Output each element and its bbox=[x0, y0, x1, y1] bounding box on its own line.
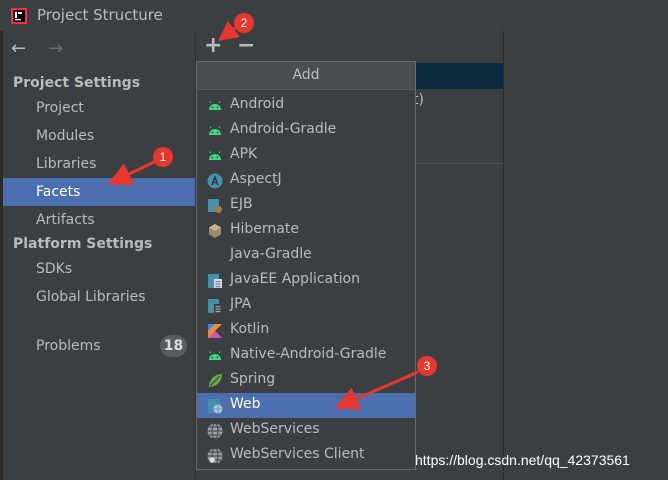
sidebar-item-label: Facets bbox=[36, 184, 81, 200]
annotation-marker-1: 1 bbox=[153, 147, 173, 167]
add-button[interactable]: + bbox=[204, 33, 222, 58]
sidebar-item-label: Libraries bbox=[36, 156, 97, 172]
popup-item-label: Web bbox=[230, 396, 261, 412]
android-icon bbox=[209, 126, 221, 135]
javaee-icon bbox=[208, 274, 222, 288]
popup-item-label: WebServices bbox=[230, 421, 320, 437]
popup-item-label: EJB bbox=[230, 196, 253, 212]
popup-item-label: Android-Gradle bbox=[230, 121, 337, 137]
platform-settings-heading: Platform Settings bbox=[13, 236, 153, 252]
details-pane bbox=[504, 31, 668, 480]
popup-item-label: Kotlin bbox=[230, 321, 270, 337]
watermark-text: https://blog.csdn.net/qq_42373561 bbox=[415, 452, 630, 468]
popup-item-android[interactable]: Android bbox=[197, 93, 415, 118]
title-bar: Project Structure bbox=[0, 0, 668, 31]
sidebar-item-global-libraries[interactable]: Global Libraries bbox=[3, 283, 195, 311]
ejb-icon bbox=[208, 199, 222, 213]
popup-item-android-gradle[interactable]: Android-Gradle bbox=[197, 118, 415, 143]
problems-count-badge: 18 bbox=[160, 335, 187, 357]
popup-item-jpa[interactable]: JPA bbox=[197, 293, 415, 318]
popup-item-label: Hibernate bbox=[230, 221, 299, 237]
webservices-client-icon bbox=[207, 448, 223, 464]
sidebar-item-label: Modules bbox=[36, 128, 95, 144]
popup-item-webservices-client[interactable]: WebServices Client bbox=[197, 443, 415, 468]
popup-item-apk[interactable]: APK bbox=[197, 143, 415, 168]
popup-item-label: Spring bbox=[230, 371, 276, 387]
sidebar-item-label: Artifacts bbox=[36, 212, 95, 228]
window-title: Project Structure bbox=[37, 6, 163, 24]
forward-arrow-icon[interactable]: → bbox=[48, 38, 63, 59]
sidebar-item-modules[interactable]: Modules bbox=[3, 122, 195, 150]
add-facet-popup: Add Android Android-Gradle APK AspectJ E… bbox=[196, 61, 416, 470]
popup-item-label: AspectJ bbox=[230, 171, 282, 187]
android-icon bbox=[209, 151, 221, 160]
popup-item-label: WebServices Client bbox=[230, 446, 365, 462]
spring-icon bbox=[209, 374, 222, 387]
popup-item-label: APK bbox=[230, 146, 258, 162]
popup-item-label: Java-Gradle bbox=[230, 246, 312, 262]
annotation-marker-3: 3 bbox=[417, 356, 437, 376]
popup-item-ejb[interactable]: EJB bbox=[197, 193, 415, 218]
remove-button[interactable]: − bbox=[237, 33, 255, 58]
popup-item-spring[interactable]: Spring bbox=[197, 368, 415, 393]
selected-tree-row[interactable] bbox=[413, 63, 503, 89]
popup-item-aspectj[interactable]: AspectJ bbox=[197, 168, 415, 193]
popup-item-label: Native-Android-Gradle bbox=[230, 346, 387, 362]
popup-item-native-android-gradle[interactable]: Native-Android-Gradle bbox=[197, 343, 415, 368]
popup-item-kotlin[interactable]: Kotlin bbox=[197, 318, 415, 343]
webservices-icon bbox=[207, 423, 223, 439]
sidebar-item-label: Problems bbox=[36, 338, 101, 354]
android-icon bbox=[209, 101, 221, 110]
popup-item-javaee-application[interactable]: JavaEE Application bbox=[197, 268, 415, 293]
project-settings-heading: Project Settings bbox=[13, 75, 141, 91]
web-icon bbox=[208, 399, 223, 414]
popup-item-java-gradle[interactable]: Java-Gradle bbox=[197, 243, 415, 268]
sidebar-item-label: Global Libraries bbox=[36, 289, 146, 305]
popup-item-label: Android bbox=[230, 96, 285, 112]
sidebar-item-project[interactable]: Project bbox=[3, 94, 195, 122]
pane-separator bbox=[413, 163, 503, 164]
popup-item-hibernate[interactable]: Hibernate bbox=[197, 218, 415, 243]
back-arrow-icon[interactable]: ← bbox=[11, 38, 26, 59]
aspectj-icon bbox=[207, 173, 223, 189]
annotation-marker-2: 2 bbox=[234, 13, 254, 33]
sidebar-item-facets[interactable]: Facets bbox=[3, 178, 195, 206]
sidebar-item-artifacts[interactable]: Artifacts bbox=[3, 206, 195, 234]
popup-item-webservices[interactable]: WebServices bbox=[197, 418, 415, 443]
popup-item-label: JPA bbox=[230, 296, 252, 312]
hibernate-icon bbox=[209, 224, 221, 238]
kotlin-icon bbox=[208, 324, 222, 338]
popup-title: Add bbox=[197, 62, 415, 90]
sidebar-item-label: SDKs bbox=[36, 261, 73, 277]
sidebar-item-label: Project bbox=[36, 100, 84, 116]
popup-item-label: JavaEE Application bbox=[230, 271, 360, 287]
popup-item-web[interactable]: Web bbox=[197, 393, 415, 418]
sidebar-item-sdks[interactable]: SDKs bbox=[3, 255, 195, 283]
jpa-icon bbox=[208, 299, 222, 313]
intellij-app-icon bbox=[11, 8, 27, 24]
android-icon bbox=[209, 351, 221, 360]
